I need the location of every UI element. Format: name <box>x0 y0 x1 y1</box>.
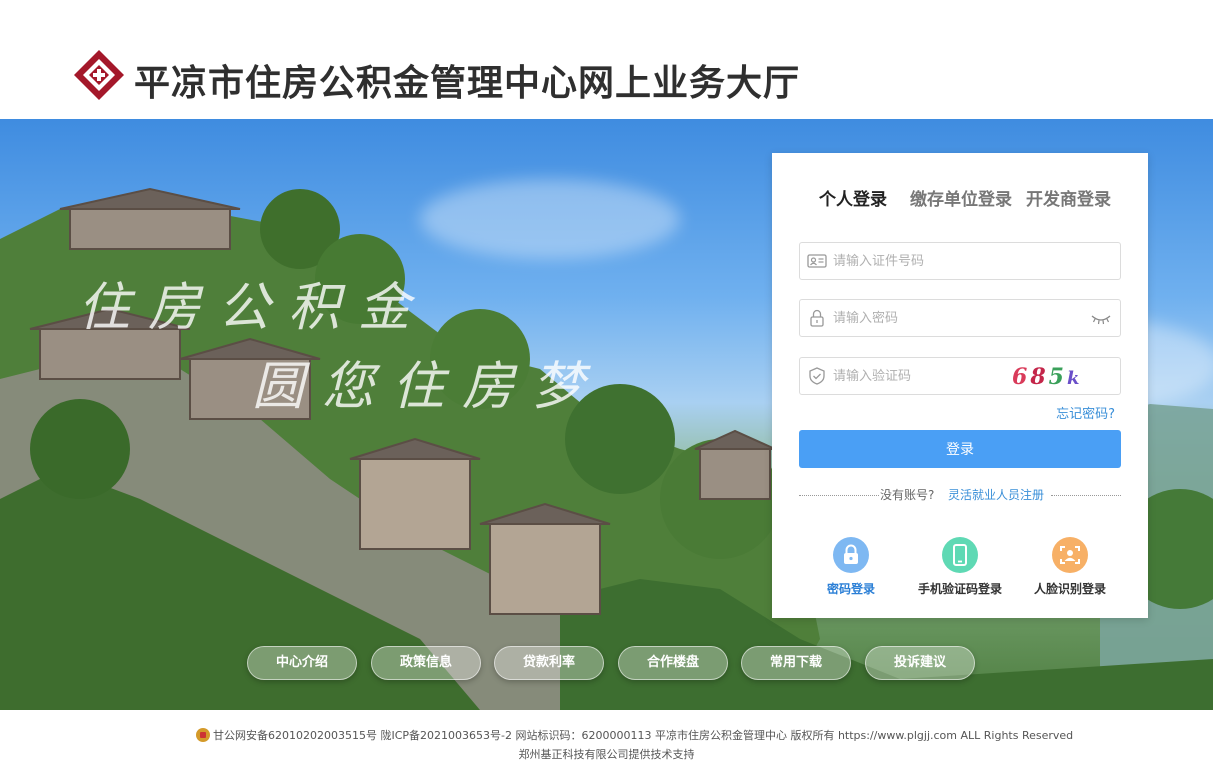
nav-loan-rates[interactable]: 贷款利率 <box>494 646 604 680</box>
face-login-option[interactable]: 人脸识别登录 <box>1015 537 1125 597</box>
login-panel: 个人登录 缴存单位登录 开发商登录 请输入证件号码 请输入验证码 685k 忘记… <box>772 153 1148 618</box>
captcha-input[interactable] <box>833 358 1013 394</box>
footer-registration-text: 甘公网安备62010202003515号 陇ICP备2021003653号-2 … <box>213 729 1074 742</box>
calligraphy-slogan-line2: 圆您住房梦 <box>252 357 603 417</box>
nav-partner-properties[interactable]: 合作楼盘 <box>618 646 728 680</box>
housing-fund-logo-icon <box>74 50 124 100</box>
forgot-password-link[interactable]: 忘记密码? <box>1056 403 1115 422</box>
tab-employer-login[interactable]: 缴存单位登录 <box>910 185 1012 210</box>
site-footer: 甘公网安备62010202003515号 陇ICP备2021003653号-2 … <box>0 710 1213 765</box>
login-tabs: 个人登录 缴存单位登录 开发商登录 <box>772 185 1148 213</box>
flexible-employment-register-link[interactable]: 灵活就业人员注册 <box>948 486 1044 503</box>
face-scan-icon <box>1052 537 1088 573</box>
method-label: 手机验证码登录 <box>917 582 1002 596</box>
captcha-image[interactable]: 685k <box>1012 364 1112 390</box>
no-account-label: 没有账号? <box>880 488 935 502</box>
lock-icon <box>833 537 869 573</box>
divider <box>1051 495 1121 496</box>
quick-nav: 中心介绍 政策信息 贷款利率 合作楼盘 常用下载 投诉建议 <box>0 646 1213 682</box>
footer-registration: 甘公网安备62010202003515号 陇ICP备2021003653号-2 … <box>196 727 1073 743</box>
captcha-char: 5 <box>1048 364 1067 390</box>
nav-complaints[interactable]: 投诉建议 <box>865 646 975 680</box>
tab-developer-login[interactable]: 开发商登录 <box>1026 185 1111 210</box>
site-title: 平凉市住房公积金管理中心网上业务大厅 <box>134 63 801 104</box>
method-label: 人脸识别登录 <box>1033 582 1106 596</box>
nav-center-intro[interactable]: 中心介绍 <box>247 646 357 680</box>
password-input[interactable] <box>833 300 1083 336</box>
password-field <box>799 299 1121 337</box>
sms-login-option[interactable]: 手机验证码登录 <box>905 537 1015 597</box>
eye-closed-icon[interactable] <box>1090 312 1112 326</box>
register-row: 没有账号? 灵活就业人员注册 <box>799 486 1121 504</box>
calligraphy-slogan-line1: 住房公积金 <box>78 278 429 338</box>
password-login-option[interactable]: 密码登录 <box>796 537 906 597</box>
shield-check-icon <box>809 367 825 385</box>
id-number-field <box>799 242 1121 280</box>
captcha-char: k <box>1066 368 1083 389</box>
footer-tech-support: 郑州基正科技有限公司提供技术支持 <box>518 748 695 761</box>
nav-downloads[interactable]: 常用下载 <box>741 646 851 680</box>
method-label: 密码登录 <box>826 582 875 596</box>
divider <box>799 495 879 496</box>
login-button[interactable]: 登录 <box>799 430 1121 468</box>
tab-personal-login[interactable]: 个人登录 <box>819 185 887 210</box>
phone-icon <box>942 537 978 573</box>
captcha-char: 6 <box>1012 364 1031 390</box>
site-header: 平凉市住房公积金管理中心网上业务大厅 <box>0 0 1213 119</box>
nav-policy-info[interactable]: 政策信息 <box>371 646 481 680</box>
id-number-input[interactable] <box>833 243 1083 279</box>
captcha-field: 685k <box>799 357 1121 395</box>
police-badge-icon <box>196 728 210 742</box>
id-card-icon <box>807 254 827 268</box>
lock-icon <box>810 309 824 327</box>
captcha-char: 8 <box>1030 364 1049 390</box>
